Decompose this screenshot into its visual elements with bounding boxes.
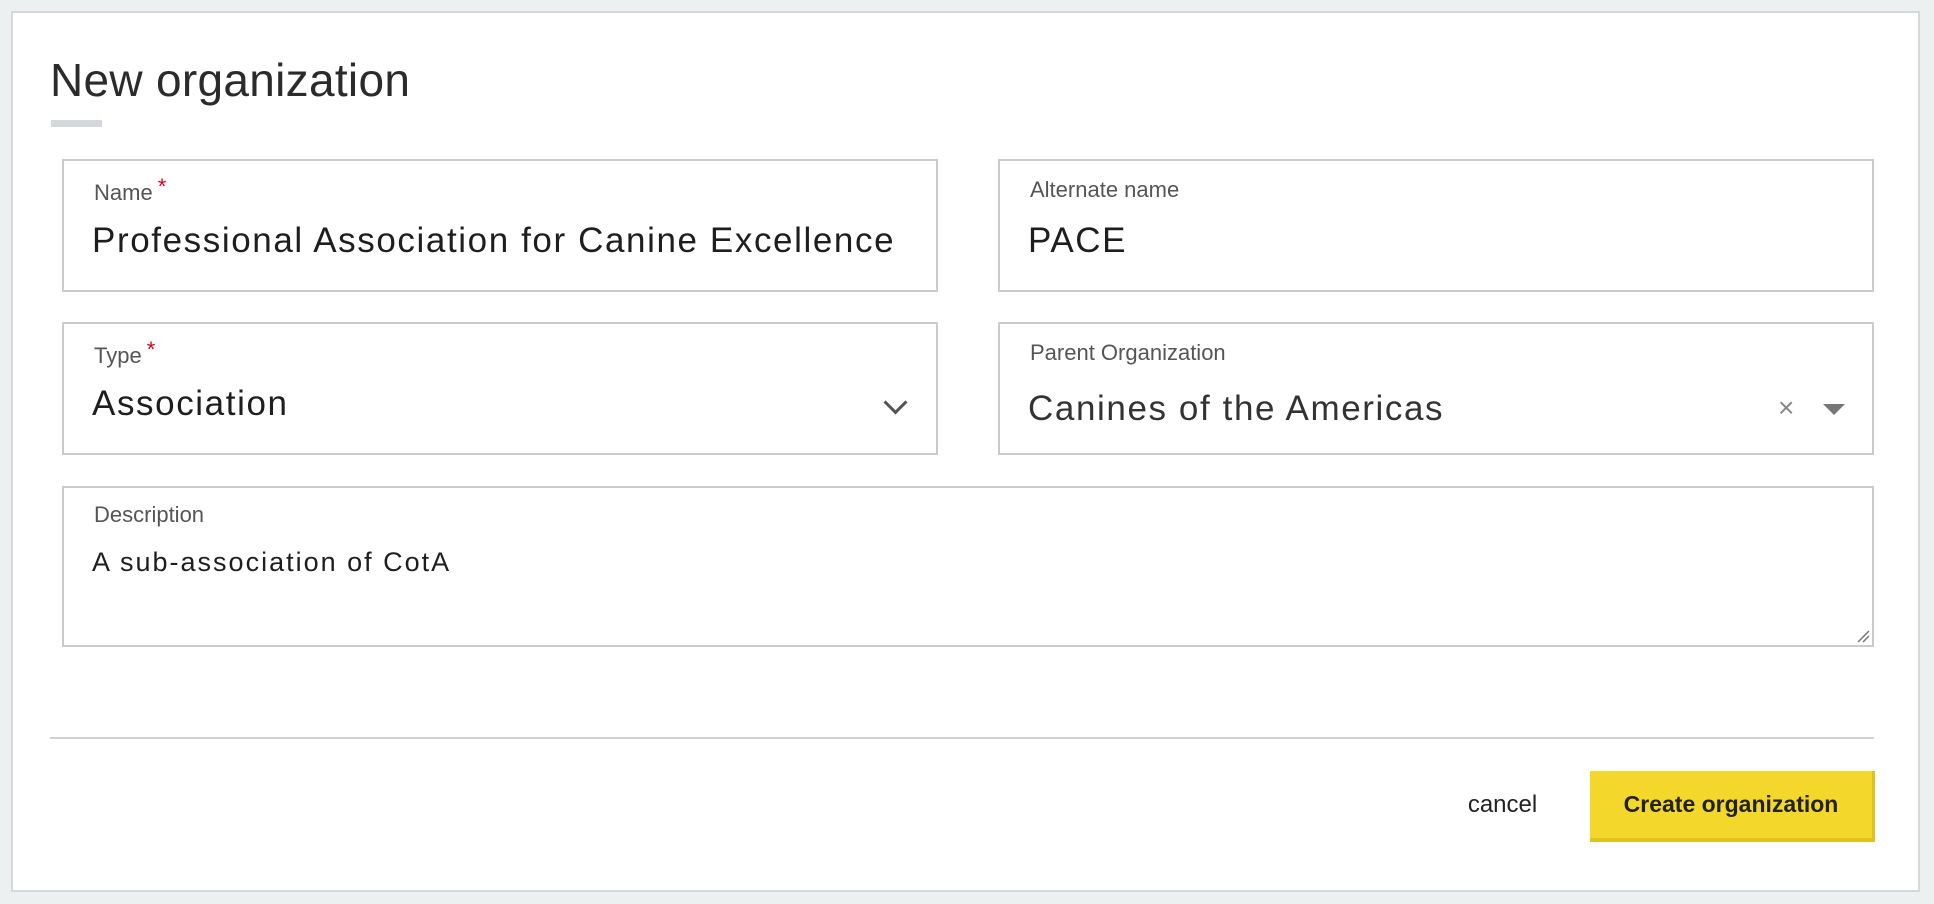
alternate-name-field[interactable]: Alternate name PACE (998, 159, 1874, 292)
type-label: Type * (94, 337, 155, 369)
footer-divider (50, 737, 1874, 739)
description-label: Description (94, 502, 205, 527)
name-label-text: Name (94, 180, 153, 205)
caret-down-icon[interactable] (1823, 404, 1845, 415)
type-selected-value: Association (92, 384, 289, 423)
alternate-name-label: Alternate name (1030, 177, 1180, 202)
parent-organization-select[interactable]: Parent Organization Canines of the Ameri… (998, 322, 1874, 455)
alternate-name-input[interactable]: PACE (1028, 221, 1127, 261)
title-underline (51, 120, 102, 127)
create-organization-button[interactable]: Create organization (1590, 771, 1875, 842)
cancel-button[interactable]: cancel (1450, 785, 1555, 825)
required-marker: * (146, 337, 156, 362)
description-textarea[interactable]: A sub-association of CotA (92, 547, 451, 578)
type-select[interactable]: Type * Association (62, 322, 938, 455)
resize-handle-icon[interactable] (1856, 629, 1870, 643)
type-label-text: Type (94, 343, 142, 368)
parent-organization-selected-value: Canines of the Americas (1028, 389, 1445, 428)
description-field[interactable]: Description A sub-association of CotA (62, 486, 1874, 647)
parent-organization-label: Parent Organization (1030, 340, 1226, 365)
name-label: Name * (94, 174, 166, 206)
name-input[interactable]: Professional Association for Canine Exce… (92, 221, 912, 261)
required-marker: * (157, 174, 167, 199)
chevron-down-icon[interactable] (883, 390, 908, 415)
page-title: New organization (50, 54, 411, 106)
name-field[interactable]: Name * Professional Association for Canin… (62, 159, 938, 292)
clear-icon[interactable]: × (1778, 394, 1794, 422)
